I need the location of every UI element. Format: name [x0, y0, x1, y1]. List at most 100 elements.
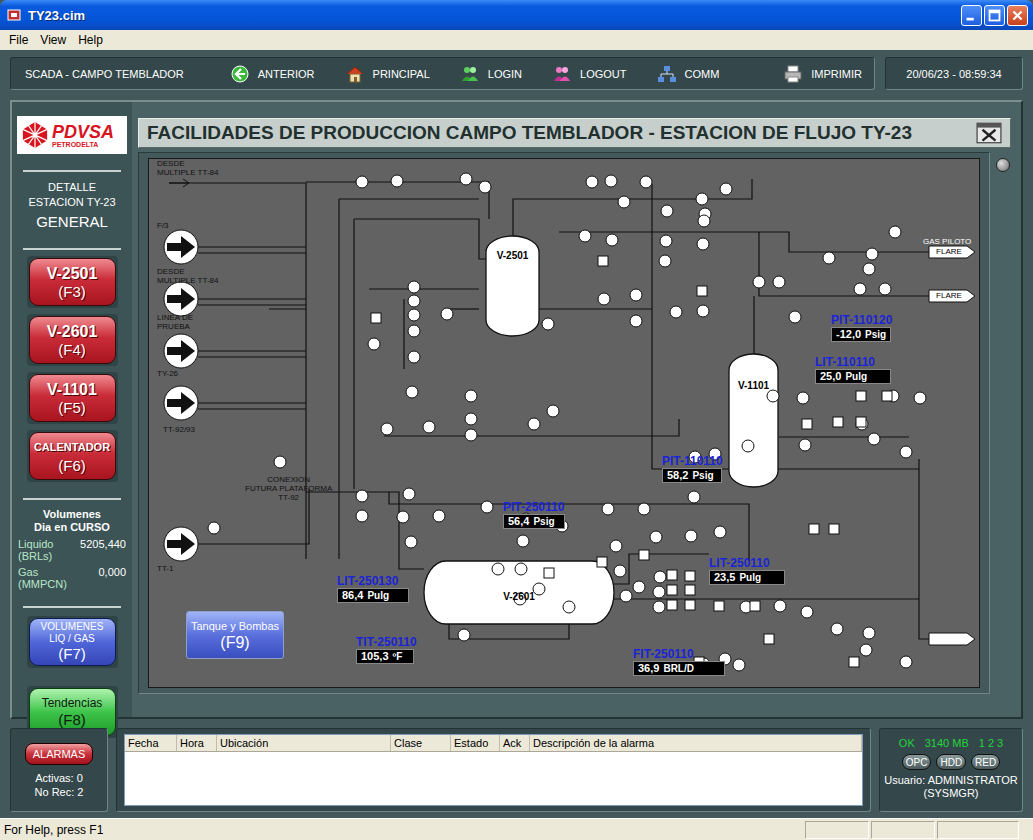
vessel-button[interactable]: CALENTADOR (F6) — [29, 432, 116, 480]
control-block — [597, 557, 607, 567]
instrument-bubble — [698, 215, 710, 227]
control-block — [764, 634, 774, 644]
menu-item[interactable]: Help — [73, 33, 108, 47]
alarm-table: FechaHoraUbicaciónClaseEstadoAckDescripc… — [124, 734, 863, 806]
instrument-bubble — [542, 318, 554, 330]
instrument-bubble — [517, 535, 529, 547]
vessel-button[interactable]: V-2501 (F3) — [29, 258, 116, 306]
instrument-bubble — [866, 248, 878, 260]
instrument-bubble — [914, 392, 926, 404]
instrument-bubble — [860, 644, 872, 656]
toolbar-button[interactable]: LOGIN — [460, 64, 522, 84]
pipe — [403, 299, 404, 369]
instrument-reading[interactable]: LIT-250110 23,5 Pulg — [709, 556, 785, 585]
instrument-reading[interactable]: LIT-110110 25,0 Pulg — [815, 355, 891, 384]
system-button[interactable]: OPC — [902, 754, 932, 770]
pipe — [778, 468, 919, 469]
indicator-light — [996, 158, 1010, 172]
instrument-bubble — [638, 503, 650, 515]
instrument-bubble — [441, 308, 453, 320]
volumes-button[interactable]: VOLUMENESLIQ / GAS (F7) — [29, 618, 116, 666]
system-status: OK 3140 MB 123 OPCHDDRED Usuario: ADMINI… — [879, 728, 1023, 812]
pdvsa-logo: PDVSA PETRODELTA — [17, 116, 127, 154]
horizontal-vessel[interactable] — [424, 561, 614, 624]
toolbar-button[interactable]: IMPRIMIR — [783, 64, 862, 84]
system-button[interactable]: HDD — [936, 754, 966, 770]
outlet-arrow-icon — [929, 246, 975, 258]
vertical-vessel[interactable] — [729, 354, 778, 487]
pipe — [369, 288, 479, 289]
navigation-bar: SCADA - CAMPO TEMBLADOR ANTERIOR PRINCIP… — [10, 57, 875, 90]
vessel-button[interactable]: V-2601 (F4) — [29, 316, 116, 364]
control-block — [750, 601, 760, 611]
pipe — [198, 304, 306, 305]
instrument-bubble — [433, 510, 445, 522]
instrument-reading[interactable]: PIT-250110 56,4 Psig — [503, 500, 565, 529]
home-icon — [345, 64, 365, 84]
inlet-arrow-icon — [169, 179, 189, 187]
instrument-bubble — [660, 235, 672, 247]
toolbar-button[interactable]: LOGOUT — [552, 64, 626, 84]
menu-item[interactable]: View — [35, 33, 71, 47]
instrument-reading[interactable]: PIT-110120 -12,0 Psig — [831, 313, 892, 342]
outlet-label: FLARE — [931, 290, 967, 302]
inlet-arrow-icon — [164, 282, 198, 316]
pipe — [449, 308, 479, 309]
minimize-button[interactable] — [961, 5, 982, 26]
inlet-arrow-icon — [164, 334, 198, 368]
outlet-label: FLARE — [931, 246, 967, 258]
instrument-bubble — [515, 563, 527, 575]
instrument-bubble — [688, 491, 700, 503]
control-block — [371, 313, 381, 323]
instrument-bubble — [685, 530, 697, 542]
instrument-bubble — [406, 386, 418, 398]
pipe — [753, 296, 754, 354]
instrument-bubble — [481, 501, 493, 513]
pdvsa-logo-icon — [21, 121, 49, 149]
close-view-button[interactable] — [976, 122, 1002, 144]
instrument-bubble — [403, 488, 415, 500]
vessel-button[interactable]: V-1101 (F5) — [29, 374, 116, 422]
toolbar-button[interactable]: PRINCIPAL — [345, 64, 430, 84]
control-block — [639, 550, 649, 560]
instrument-bubble — [460, 173, 472, 185]
instrument-reading[interactable]: FIT-250110 36,9 BRL/D — [633, 647, 725, 676]
app-label: SCADA - CAMPO TEMBLADOR — [25, 68, 184, 80]
instrument-bubble — [423, 421, 435, 433]
piping-drawing — [149, 159, 979, 687]
toolbar-button[interactable]: ANTERIOR — [230, 64, 315, 84]
close-button[interactable] — [1007, 5, 1028, 26]
tank-pumps-button[interactable]: Tanque y Bombas (F9) — [186, 611, 284, 659]
instrument-reading[interactable]: PIT-110110 58,2 Psig — [662, 454, 723, 483]
system-button[interactable]: RED — [971, 754, 1000, 770]
table-column[interactable]: Clase — [391, 735, 451, 751]
instrument-bubble — [598, 293, 610, 305]
pipe — [198, 402, 306, 403]
pipe — [652, 184, 729, 469]
status-bar: For Help, press F1 — [0, 818, 1033, 840]
instrument-reading[interactable]: LIT-250130 86,4 Pulg — [337, 574, 409, 603]
table-column[interactable]: Ack — [500, 735, 530, 751]
menu-item[interactable]: File — [4, 33, 33, 47]
toolbar-button[interactable]: COMM — [657, 64, 720, 84]
table-column[interactable]: Ubicación — [217, 735, 391, 751]
instrument-bubble — [408, 309, 420, 321]
instrument-bubble — [408, 325, 420, 337]
table-column[interactable]: Descripción de la alarma — [530, 735, 862, 751]
instrument-reading[interactable]: TIT-250110 105,3 ºF — [356, 635, 417, 664]
instrument-bubble — [697, 305, 709, 317]
table-column[interactable]: Hora — [177, 735, 217, 751]
pipe — [353, 219, 354, 489]
menu-bar: FileViewHelp — [0, 30, 1033, 50]
alarms-button[interactable]: ALARMAS — [25, 743, 93, 765]
pipe — [198, 298, 306, 299]
section-label: GENERAL — [28, 212, 115, 232]
vertical-vessel[interactable] — [486, 236, 539, 336]
maximize-button[interactable] — [984, 5, 1005, 26]
instrument-bubble — [614, 565, 626, 577]
instrument-bubble — [458, 629, 470, 641]
table-column[interactable]: Fecha — [125, 735, 177, 751]
control-block — [856, 391, 866, 401]
pipe — [759, 232, 929, 296]
table-column[interactable]: Estado — [451, 735, 500, 751]
